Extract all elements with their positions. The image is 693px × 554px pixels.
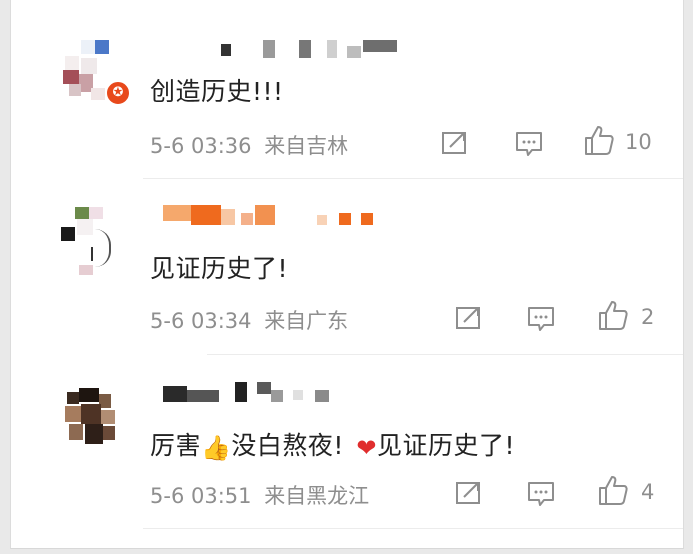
like-icon[interactable] — [583, 124, 615, 156]
avatar[interactable] — [55, 203, 123, 275]
comment-text: 见证历史了! — [150, 254, 289, 283]
comment-item: 厉害👍没白熬夜! ❤见证历史了! 5-6 03:51 来自黑龙江 4 — [11, 356, 683, 546]
avatar[interactable]: ✪ — [55, 38, 131, 106]
like-count: 4 — [641, 480, 655, 504]
like-icon[interactable] — [597, 474, 629, 506]
comment-icon[interactable] — [527, 480, 555, 508]
comment-text: 厉害👍没白熬夜! ❤见证历史了! — [150, 426, 515, 462]
comment-icon[interactable] — [527, 305, 555, 333]
comment-icon[interactable] — [515, 130, 543, 158]
comment-location: 来自吉林 — [264, 134, 349, 158]
username-redacted[interactable] — [163, 382, 423, 404]
comment-item: ✪ 创造历史!!! 5-6 03:36 来自吉林 10 — [11, 0, 683, 179]
comment-text-part: 厉害 — [150, 431, 202, 460]
username-redacted[interactable] — [163, 205, 423, 227]
thumbs-up-emoji-icon: 👍 — [201, 434, 232, 462]
comment-meta: 5-6 03:36 来自吉林 — [150, 130, 348, 160]
repost-icon[interactable] — [455, 480, 483, 506]
like-count: 10 — [625, 130, 652, 154]
verified-badge-icon: ✪ — [105, 80, 131, 106]
comment-meta: 5-6 03:34 来自广东 — [150, 305, 348, 335]
like-count: 2 — [641, 305, 655, 329]
comment-list: ✪ 创造历史!!! 5-6 03:36 来自吉林 10 见证历史了! 5-6 0… — [10, 0, 684, 549]
comment-time: 5-6 03:36 — [150, 134, 252, 158]
comment-time: 5-6 03:34 — [150, 309, 252, 333]
avatar[interactable] — [55, 384, 123, 452]
like-icon[interactable] — [597, 299, 629, 331]
comment-item: 见证历史了! 5-6 03:34 来自广东 2 — [11, 179, 683, 355]
repost-icon[interactable] — [441, 130, 469, 156]
repost-icon[interactable] — [455, 305, 483, 331]
comment-location: 来自黑龙江 — [264, 484, 370, 508]
comment-text: 创造历史!!! — [150, 77, 284, 106]
comment-meta: 5-6 03:51 来自黑龙江 — [150, 480, 369, 510]
username-redacted[interactable] — [151, 38, 411, 60]
heart-emoji-icon: ❤ — [356, 434, 377, 462]
comment-text-part: 见证历史了! — [377, 431, 516, 460]
comment-time: 5-6 03:51 — [150, 484, 252, 508]
comment-text-part: 没白熬夜! — [231, 431, 344, 460]
comment-location: 来自广东 — [264, 309, 349, 333]
